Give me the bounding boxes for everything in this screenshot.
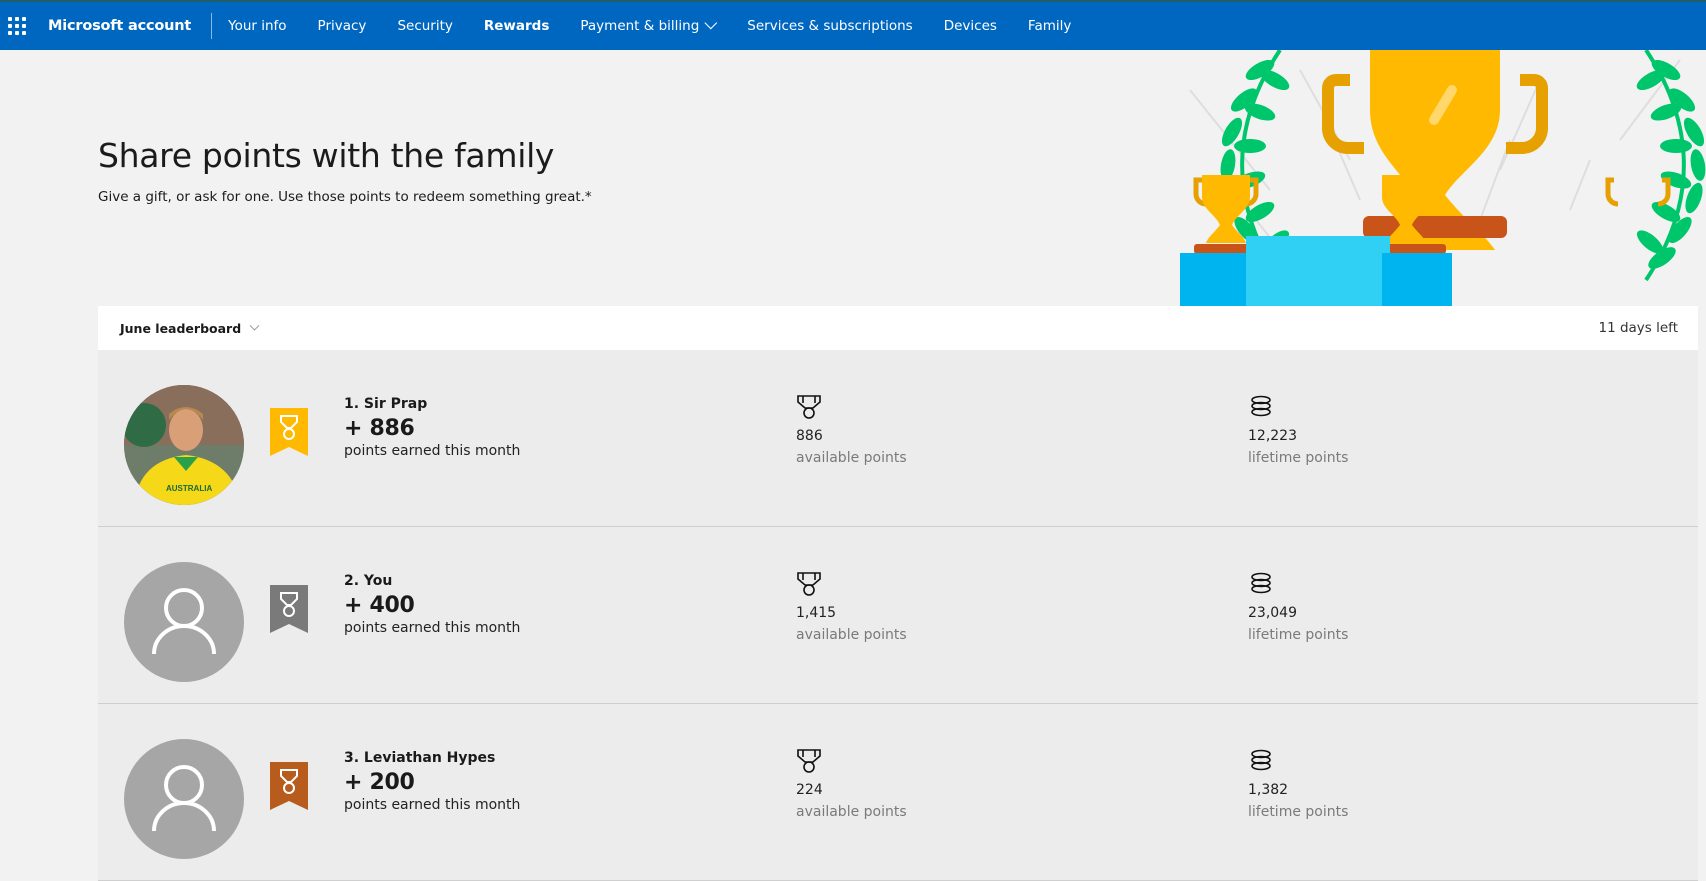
leaderboard-row: 3. Leviathan Hypes + 200 points earned t… (98, 704, 1698, 881)
nav-family[interactable]: Family (1028, 18, 1071, 34)
member-info: 2. You + 400 points earned this month (344, 573, 520, 636)
coins-stack-icon (1251, 749, 1271, 771)
lifetime-points: 1,382 lifetime points (1248, 748, 1348, 820)
leaderboard-period-label: June leaderboard (120, 320, 242, 336)
available-points-value: 224 (796, 782, 823, 798)
brand-link[interactable]: Microsoft account (48, 18, 191, 34)
nav-devices[interactable]: Devices (944, 18, 997, 34)
available-points: 886 available points (796, 394, 907, 466)
nav-label: Devices (943, 18, 997, 34)
silver-medal-badge (270, 585, 308, 633)
nav-services-subscriptions[interactable]: Services & subscriptions (747, 18, 912, 34)
member-info: 3. Leviathan Hypes + 200 points earned t… (344, 750, 520, 813)
avatar-photo-image: AUSTRALIA (124, 385, 244, 505)
medal-ribbon-icon (270, 762, 308, 810)
nav-your-info[interactable]: Your info (228, 18, 286, 34)
nav-divider (211, 13, 213, 39)
avatar-default (124, 562, 244, 682)
lifetime-points-label: lifetime points (1248, 627, 1349, 643)
leaderboard-period-dropdown[interactable]: June leaderboard (120, 320, 260, 336)
person-icon (152, 765, 216, 832)
medal-icon (797, 395, 821, 419)
podium-right (1382, 253, 1452, 306)
nav-label: Services & subscriptions (747, 18, 913, 34)
laurel-right (1636, 50, 1706, 282)
available-points-label: available points (796, 450, 907, 466)
bronze-medal-badge (270, 762, 308, 810)
nav-label: Security (397, 18, 453, 34)
chevron-down-icon (249, 320, 260, 331)
days-left: 11 days left (1598, 320, 1679, 336)
available-points-value: 1,415 (796, 605, 837, 621)
nav-privacy[interactable]: Privacy (318, 18, 367, 34)
nav-payment-billing[interactable]: Payment & billing (580, 16, 718, 34)
nav-label: Family (1027, 18, 1072, 34)
person-icon (152, 588, 216, 655)
podium-center (1246, 236, 1390, 306)
points-earned: + 886 (344, 416, 415, 441)
coins-stack-icon (1251, 395, 1271, 417)
hero: Share points with the family Give a gift… (98, 136, 592, 205)
member-name: 2. You (344, 573, 393, 589)
nav-rewards[interactable]: Rewards (484, 18, 550, 34)
points-earned-label: points earned this month (344, 620, 521, 636)
page-subtitle: Give a gift, or ask for one. Use those p… (98, 189, 592, 205)
trophy-podium-illustration (1180, 50, 1706, 306)
podium-left (1180, 253, 1250, 306)
available-points: 224 available points (796, 748, 907, 820)
page-title: Share points with the family (98, 136, 555, 175)
big-trophy (1322, 50, 1548, 250)
nav-security[interactable]: Security (397, 18, 452, 34)
points-earned: + 200 (344, 770, 415, 795)
lifetime-points-label: lifetime points (1248, 804, 1349, 820)
available-points-value: 886 (796, 428, 823, 444)
leaderboard: June leaderboard 11 days left AUSTRALIA (98, 306, 1698, 881)
lifetime-points-value: 1,382 (1248, 782, 1289, 798)
chevron-down-icon (704, 16, 718, 29)
member-name: 1. Sir Prap (344, 396, 428, 412)
avatar-default (124, 739, 244, 859)
lifetime-points: 23,049 lifetime points (1248, 571, 1348, 643)
medal-icon (797, 572, 821, 596)
top-nav: Microsoft account Your info Privacy Secu… (0, 2, 1706, 50)
svg-text:AUSTRALIA: AUSTRALIA (166, 484, 212, 493)
nav-label: Rewards (483, 18, 550, 34)
trophy-illustration-svg (1180, 50, 1706, 306)
nav-label: Privacy (317, 18, 367, 34)
available-points-label: available points (796, 804, 907, 820)
leaderboard-header: June leaderboard 11 days left (98, 306, 1698, 350)
lifetime-points-value: 12,223 (1248, 428, 1297, 444)
lifetime-points: 12,223 lifetime points (1248, 394, 1348, 466)
app-launcher-icon[interactable] (8, 17, 26, 35)
leaderboard-row: AUSTRALIA 1. Sir Prap + 886 points earne… (98, 350, 1698, 527)
lifetime-points-value: 23,049 (1248, 605, 1297, 621)
nav-label: Your info (228, 18, 287, 34)
medal-ribbon-icon (270, 585, 308, 633)
coins-stack-icon (1251, 572, 1271, 594)
member-info: 1. Sir Prap + 886 points earned this mon… (344, 396, 520, 459)
avatar-photo: AUSTRALIA (124, 385, 244, 505)
gold-medal-badge (270, 408, 308, 456)
medal-icon (797, 749, 821, 773)
points-earned: + 400 (344, 593, 415, 618)
nav-label: Payment & billing (580, 18, 700, 34)
points-earned-label: points earned this month (344, 443, 521, 459)
leaderboard-row: 2. You + 400 points earned this month 1,… (98, 527, 1698, 704)
lifetime-points-label: lifetime points (1248, 450, 1349, 466)
medal-ribbon-icon (270, 408, 308, 456)
member-name: 3. Leviathan Hypes (344, 750, 496, 766)
available-points-label: available points (796, 627, 907, 643)
available-points: 1,415 available points (796, 571, 907, 643)
points-earned-label: points earned this month (344, 797, 521, 813)
